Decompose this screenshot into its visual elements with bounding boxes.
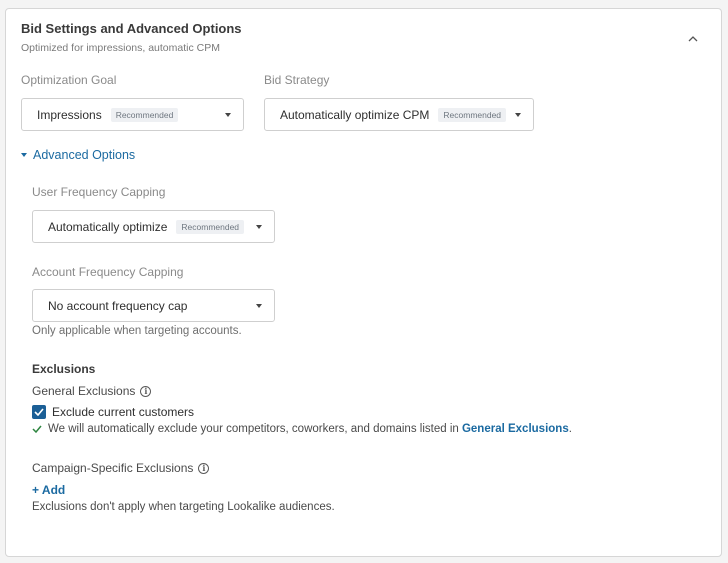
exclusion-note-text: We will automatically exclude your compe… bbox=[48, 423, 459, 435]
recommended-badge: Recommended bbox=[176, 219, 245, 234]
account-frequency-select[interactable]: No account frequency cap bbox=[32, 289, 275, 322]
exclusion-note: We will automatically exclude your compe… bbox=[32, 423, 572, 435]
caret-down-icon bbox=[21, 153, 27, 157]
caret-down-icon bbox=[515, 113, 521, 117]
campaign-exclusions-label: Campaign-Specific Exclusions bbox=[32, 461, 194, 475]
advanced-options-toggle[interactable]: Advanced Options bbox=[21, 148, 135, 162]
user-frequency-label: User Frequency Capping bbox=[32, 185, 166, 199]
caret-down-icon bbox=[256, 225, 262, 229]
exclude-customers-row: Exclude current customers bbox=[32, 405, 194, 419]
exclusions-heading: Exclusions bbox=[32, 362, 96, 376]
info-icon[interactable]: i bbox=[140, 385, 152, 397]
recommended-badge: Recommended bbox=[110, 107, 179, 122]
bid-strategy-label: Bid Strategy bbox=[264, 73, 330, 87]
exclude-customers-label: Exclude current customers bbox=[52, 405, 195, 419]
user-frequency-select[interactable]: Automatically optimize Recommended bbox=[32, 210, 275, 243]
account-frequency-label: Account Frequency Capping bbox=[32, 265, 184, 279]
panel-subtitle: Optimized for impressions, automatic CPM bbox=[21, 42, 220, 54]
panel-title: Bid Settings and Advanced Options bbox=[21, 21, 242, 36]
user-frequency-value: Automatically optimize bbox=[48, 219, 168, 234]
general-exclusions-link[interactable]: General Exclusions bbox=[462, 423, 569, 435]
account-frequency-value: No account frequency cap bbox=[48, 298, 188, 313]
checkmark-icon bbox=[34, 408, 44, 416]
exclusions-footer: Exclusions don't apply when targeting Lo… bbox=[32, 501, 335, 513]
optimization-goal-value: Impressions bbox=[37, 107, 102, 122]
bid-strategy-select[interactable]: Automatically optimize CPM Recommended bbox=[264, 98, 534, 131]
bid-settings-panel: Bid Settings and Advanced Options Optimi… bbox=[5, 8, 722, 557]
exclude-customers-checkbox[interactable] bbox=[32, 405, 46, 419]
advanced-options-label: Advanced Options bbox=[33, 148, 136, 162]
caret-down-icon bbox=[225, 113, 231, 117]
collapse-button[interactable] bbox=[683, 29, 703, 49]
optimization-goal-label: Optimization Goal bbox=[21, 73, 117, 87]
exclusion-note-end: . bbox=[568, 423, 572, 435]
general-exclusions-label: General Exclusions bbox=[32, 384, 136, 398]
campaign-exclusions-heading: Campaign-Specific Exclusions i bbox=[32, 461, 210, 475]
caret-down-icon bbox=[256, 304, 262, 308]
checkmark-icon bbox=[32, 425, 42, 433]
optimization-goal-select[interactable]: Impressions Recommended bbox=[21, 98, 244, 131]
bid-strategy-value: Automatically optimize CPM bbox=[280, 107, 430, 122]
recommended-badge: Recommended bbox=[438, 107, 507, 122]
general-exclusions-heading: General Exclusions i bbox=[32, 384, 152, 398]
account-frequency-helper: Only applicable when targeting accounts. bbox=[32, 325, 242, 337]
chevron-up-icon bbox=[688, 36, 698, 42]
info-icon[interactable]: i bbox=[198, 462, 210, 474]
add-exclusion-button[interactable]: + Add bbox=[32, 483, 65, 497]
